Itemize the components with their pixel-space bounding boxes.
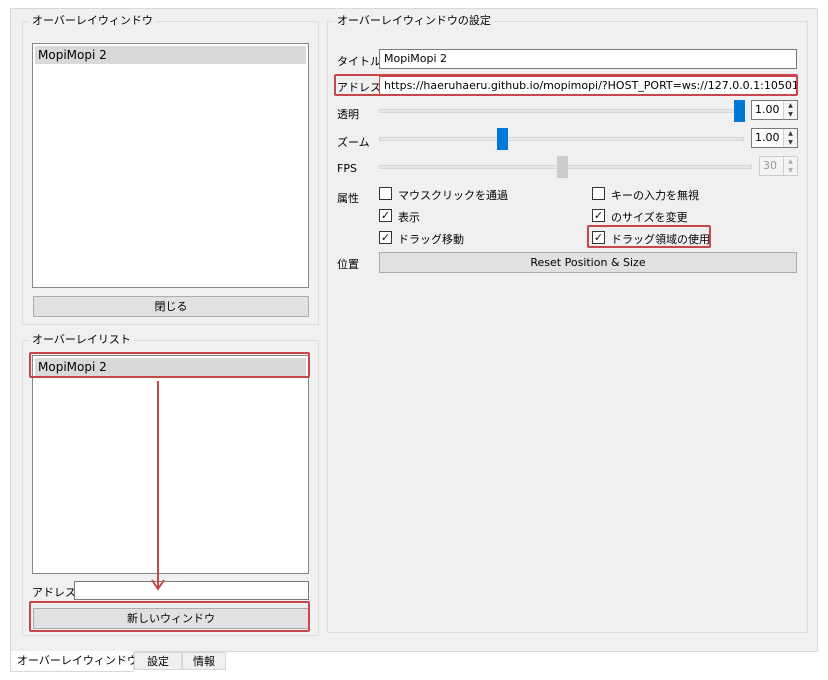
use-drag-area-checkbox[interactable]: ✓: [592, 231, 605, 244]
overlay-settings-group: オーバーレイウィンドウの設定 タイトル MopiMopi 2 アドレス http…: [327, 14, 808, 633]
list-item[interactable]: MopiMopi 2: [35, 46, 306, 64]
overlay-window-group: オーバーレイウィンドウ MopiMopi 2 閉じる: [22, 14, 319, 325]
zoom-spinbox[interactable]: 1.00 ▲ ▼: [751, 128, 798, 148]
show-checkbox[interactable]: ✓: [379, 209, 392, 222]
opacity-spinbox[interactable]: 1.00 ▲ ▼: [751, 100, 798, 120]
position-label: 位置: [337, 258, 359, 271]
opacity-value: 1.00: [755, 103, 780, 116]
ignore-key-input-label[interactable]: キーの入力を無視: [611, 187, 699, 203]
fps-slider-thumb: [557, 156, 568, 178]
drag-move-checkbox[interactable]: ✓: [379, 231, 392, 244]
close-button[interactable]: 閉じる: [33, 296, 309, 317]
zoom-value: 1.00: [755, 131, 780, 144]
tab-page: オーバーレイウィンドウ MopiMopi 2 閉じる オーバーレイリスト Mop…: [10, 8, 818, 652]
zoom-label: ズーム: [337, 136, 370, 149]
fps-spinbox: 30 ▲ ▼: [759, 156, 798, 176]
tab-settings[interactable]: 設定: [134, 652, 182, 670]
new-window-button[interactable]: 新しいウィンドウ: [33, 608, 309, 629]
fps-label: FPS: [337, 162, 357, 175]
group-title: オーバーレイウィンドウの設定: [334, 14, 494, 28]
group-title: オーバーレイリスト: [29, 333, 134, 347]
resize-label[interactable]: のサイズを変更: [611, 209, 688, 225]
overlay-list-group: オーバーレイリスト MopiMopi 2 アドレス 新しいウィンドウ: [22, 333, 319, 636]
click-through-checkbox[interactable]: [379, 187, 392, 200]
opacity-slider-track[interactable]: [379, 109, 744, 113]
tab-info[interactable]: 情報: [182, 652, 226, 670]
attributes-label: 属性: [337, 192, 359, 205]
zoom-slider-track[interactable]: [379, 137, 744, 141]
address-input[interactable]: https://haeruhaeru.github.io/mopimopi/?H…: [379, 76, 797, 95]
fps-value: 30: [763, 159, 777, 172]
reset-position-button[interactable]: Reset Position & Size: [379, 252, 797, 273]
ignore-key-input-checkbox[interactable]: [592, 187, 605, 200]
overlay-window-listbox[interactable]: MopiMopi 2: [32, 43, 309, 288]
spin-arrows-icon: ▲ ▼: [783, 157, 797, 175]
title-input[interactable]: MopiMopi 2: [379, 49, 797, 69]
group-title: オーバーレイウィンドウ: [29, 14, 156, 28]
show-label[interactable]: 表示: [398, 209, 420, 225]
zoom-slider-thumb[interactable]: [497, 128, 508, 150]
spin-arrows-icon[interactable]: ▲ ▼: [783, 129, 797, 147]
click-through-label[interactable]: マウスクリックを通過: [398, 187, 508, 203]
address-input[interactable]: [74, 581, 309, 600]
address-label: アドレス: [337, 81, 381, 94]
title-label: タイトル: [337, 55, 381, 68]
use-drag-area-label[interactable]: ドラッグ領域の使用: [611, 231, 710, 247]
spin-arrows-icon[interactable]: ▲ ▼: [783, 101, 797, 119]
resize-checkbox[interactable]: ✓: [592, 209, 605, 222]
list-item[interactable]: MopiMopi 2: [35, 358, 306, 376]
opacity-label: 透明: [337, 108, 359, 121]
opacity-slider-thumb[interactable]: [734, 100, 745, 122]
tab-overlay-window[interactable]: オーバーレイウィンドウ: [10, 651, 138, 672]
arrow-down-icon: [151, 381, 165, 591]
overlay-listbox[interactable]: MopiMopi 2: [32, 355, 309, 574]
address-label: アドレス: [32, 586, 76, 599]
drag-move-label[interactable]: ドラッグ移動: [398, 231, 464, 247]
